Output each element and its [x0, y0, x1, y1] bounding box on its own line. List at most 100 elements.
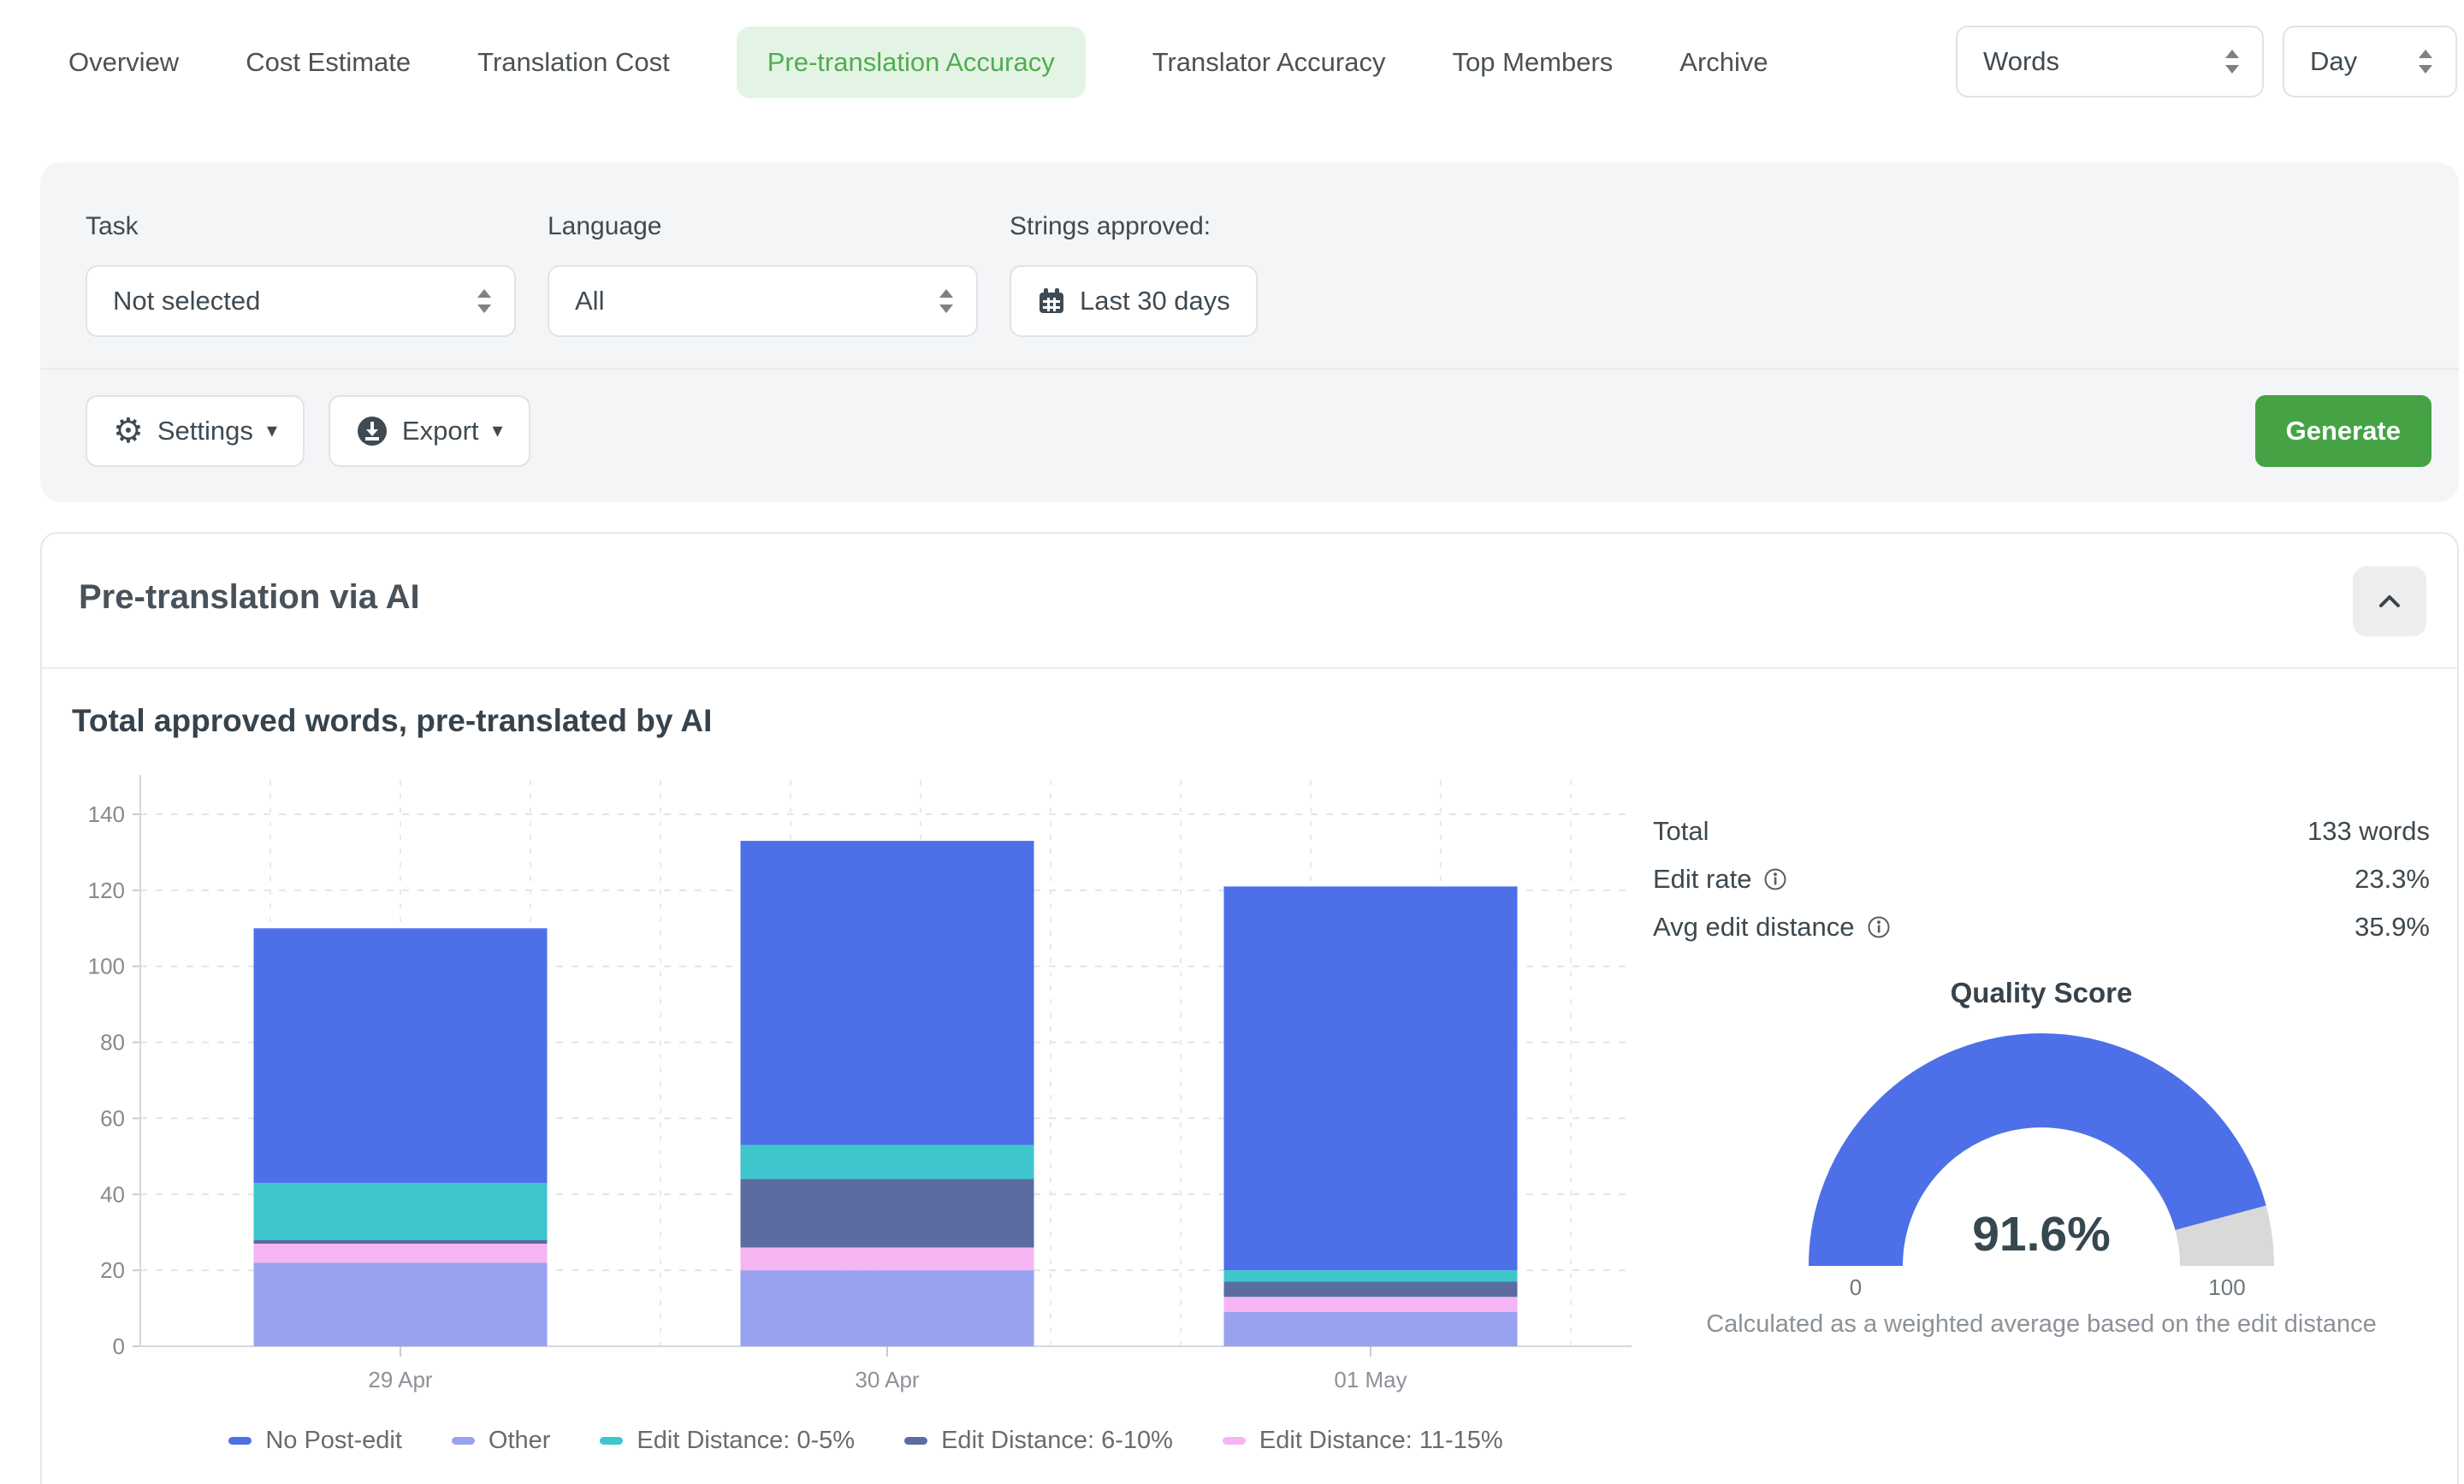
tab-translator-accuracy[interactable]: Translator Accuracy [1152, 47, 1386, 78]
task-select-value: Not selected [113, 286, 260, 316]
date-range-button[interactable]: Last 30 days [1010, 265, 1258, 337]
filter-panel-divider [40, 368, 2459, 370]
pre-translation-card: Pre-translation via AI Total approved wo… [40, 532, 2459, 1484]
legend-label: Edit Distance: 6-10% [941, 1427, 1173, 1455]
svg-text:80: 80 [100, 1030, 125, 1055]
tab-translation-cost[interactable]: Translation Cost [477, 47, 670, 78]
legend-marker [452, 1437, 475, 1445]
chart-title: Total approved words, pre-translated by … [72, 703, 712, 739]
svg-text:01 May: 01 May [1334, 1367, 1407, 1392]
bar-segment[interactable] [254, 1244, 548, 1262]
bar-segment[interactable] [1224, 1297, 1518, 1312]
unit-select[interactable]: Words [1956, 26, 2264, 98]
quality-score-caption: Calculated as a weighted average based o… [1653, 1310, 2430, 1339]
collapse-button[interactable] [2353, 566, 2426, 636]
stats-panel: Total 133 words Edit rate 23.3% Avg edit… [1653, 809, 2430, 953]
stat-row-avg-edit-distance: Avg edit distance 35.9% [1653, 905, 2430, 949]
card-header: Pre-translation via AI [42, 534, 2457, 669]
bar-segment[interactable] [741, 1270, 1034, 1346]
legend-item[interactable]: Other [452, 1427, 551, 1455]
svg-text:0: 0 [113, 1333, 125, 1359]
report-tabs: Overview Cost Estimate Translation Cost … [68, 24, 1768, 101]
bar-segment[interactable] [254, 1262, 548, 1346]
legend-label: No Post-edit [265, 1427, 402, 1455]
period-select-value: Day [2310, 46, 2357, 77]
total-value: 133 words [2307, 816, 2430, 847]
tab-archive[interactable]: Archive [1679, 47, 1768, 78]
gauge-max-label: 100 [2199, 1274, 2255, 1301]
svg-text:29 Apr: 29 Apr [368, 1367, 433, 1392]
quality-score-title: Quality Score [1653, 977, 2430, 1009]
info-icon[interactable] [1867, 915, 1891, 939]
calendar-icon [1037, 287, 1066, 316]
legend-marker [1223, 1437, 1246, 1445]
legend-label: Edit Distance: 0-5% [637, 1427, 855, 1455]
bar-segment[interactable] [741, 1247, 1034, 1270]
bar-segment[interactable] [1224, 1270, 1518, 1281]
select-arrows-icon [937, 287, 956, 316]
svg-text:40: 40 [100, 1181, 125, 1207]
svg-text:120: 120 [88, 878, 125, 903]
bar-segment[interactable] [254, 1183, 548, 1240]
tab-overview[interactable]: Overview [68, 47, 179, 78]
chart-legend: No Post-edit Other Edit Distance: 0-5% Edit… [53, 1427, 1679, 1455]
select-arrows-icon [2416, 47, 2435, 76]
legend-label: Other [489, 1427, 551, 1455]
gauge-min-label: 0 [1827, 1274, 1884, 1301]
chart-area: 0 20 40 60 80 100 120 140 29 Apr 30 Apr 01 May [53, 763, 1679, 1427]
edit-rate-label: Edit rate [1653, 864, 1751, 895]
strings-approved-label: Strings approved: [1010, 212, 1211, 241]
svg-text:100: 100 [88, 954, 125, 979]
select-arrows-icon [2223, 47, 2242, 76]
bar-segment[interactable] [741, 841, 1034, 1144]
chevron-down-icon: ▾ [493, 421, 503, 441]
language-select[interactable]: All [548, 265, 978, 337]
tab-pre-translation-accuracy[interactable]: Pre-translation Accuracy [737, 27, 1086, 98]
bar-segment[interactable] [1224, 886, 1518, 1270]
bar-segment[interactable] [254, 1240, 548, 1244]
chevron-up-icon [2377, 592, 2402, 611]
card-title: Pre-translation via AI [79, 578, 420, 617]
legend-label: Edit Distance: 11-15% [1259, 1427, 1503, 1455]
bar-segment[interactable] [1224, 1281, 1518, 1297]
avg-edit-distance-label: Avg edit distance [1653, 912, 1855, 943]
svg-text:140: 140 [88, 801, 125, 827]
avg-edit-distance-value: 35.9% [2354, 912, 2430, 943]
language-select-value: All [575, 286, 604, 316]
select-arrows-icon [475, 287, 494, 316]
chevron-down-icon: ▾ [267, 421, 277, 441]
generate-button[interactable]: Generate [2255, 395, 2431, 467]
legend-marker [600, 1437, 623, 1445]
tab-top-members[interactable]: Top Members [1452, 47, 1613, 78]
legend-item[interactable]: Edit Distance: 0-5% [600, 1427, 855, 1455]
settings-button-label: Settings [157, 416, 253, 446]
legend-marker [228, 1437, 252, 1445]
period-select[interactable]: Day [2283, 26, 2457, 98]
export-button-label: Export [402, 416, 479, 446]
settings-button[interactable]: ⚙ Settings ▾ [86, 395, 305, 467]
task-select[interactable]: Not selected [86, 265, 516, 337]
stat-row-edit-rate: Edit rate 23.3% [1653, 857, 2430, 902]
info-icon[interactable] [1763, 867, 1787, 891]
bar-segment[interactable] [741, 1180, 1034, 1248]
download-icon [356, 415, 388, 447]
export-button[interactable]: Export ▾ [329, 395, 530, 467]
edit-rate-value: 23.3% [2354, 864, 2430, 895]
quality-score-value: 91.6% [1653, 1206, 2430, 1262]
bar-segment[interactable] [1224, 1312, 1518, 1346]
svg-text:20: 20 [100, 1257, 125, 1283]
legend-item[interactable]: No Post-edit [228, 1427, 402, 1455]
legend-marker [904, 1437, 927, 1445]
svg-text:60: 60 [100, 1105, 125, 1131]
legend-item[interactable]: Edit Distance: 11-15% [1223, 1427, 1503, 1455]
report-filter-panel: Task Language Strings approved: Not sele… [40, 163, 2459, 502]
bar-segment[interactable] [254, 928, 548, 1183]
stat-row-total: Total 133 words [1653, 809, 2430, 854]
svg-text:30 Apr: 30 Apr [855, 1367, 920, 1392]
tab-cost-estimate[interactable]: Cost Estimate [246, 47, 411, 78]
legend-item[interactable]: Edit Distance: 6-10% [904, 1427, 1173, 1455]
pretranslation-chart: 0 20 40 60 80 100 120 140 29 Apr 30 Apr 01 May [53, 763, 1679, 1427]
bar-segment[interactable] [741, 1145, 1034, 1180]
filter-actions: ⚙ Settings ▾ Export ▾ [86, 395, 530, 467]
task-label: Task [86, 212, 139, 241]
